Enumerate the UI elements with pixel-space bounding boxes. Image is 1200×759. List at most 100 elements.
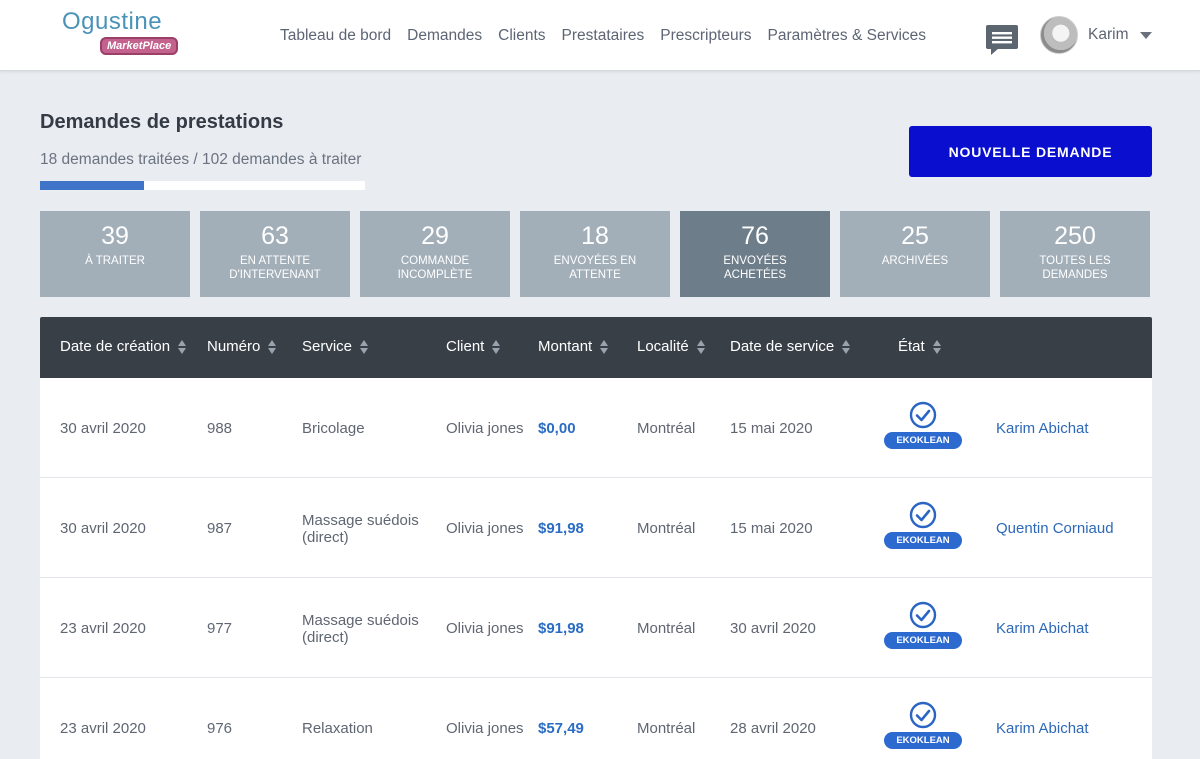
tile-en-attente-intervenant[interactable]: 63 EN ATTENTE D'INTERVENANT bbox=[200, 211, 350, 297]
nav-item-prestataires[interactable]: Prestataires bbox=[562, 27, 645, 45]
table-row[interactable]: 23 avril 2020 976 Relaxation Olivia jone… bbox=[40, 678, 1152, 759]
column-header-date-service[interactable]: Date de service bbox=[730, 338, 851, 355]
tile-archivees[interactable]: 25 ARCHIVÉES bbox=[840, 211, 990, 297]
tile-toutes-les-demandes[interactable]: 250 TOUTES LES DEMANDES bbox=[1000, 211, 1150, 297]
column-header-etat[interactable]: État bbox=[898, 338, 941, 355]
column-header-label: État bbox=[898, 338, 925, 355]
column-header-client[interactable]: Client bbox=[446, 338, 501, 355]
new-request-button[interactable]: NOUVELLE DEMANDE bbox=[909, 126, 1152, 177]
cell-localite: Montréal bbox=[637, 420, 696, 437]
user-menu[interactable]: Karim bbox=[1040, 16, 1153, 54]
avatar bbox=[1040, 16, 1078, 54]
column-header-montant[interactable]: Montant bbox=[538, 338, 609, 355]
sort-icon bbox=[360, 339, 369, 354]
cell-client: Olivia jones bbox=[446, 420, 524, 437]
tile-count: 76 bbox=[741, 222, 769, 250]
table-row[interactable]: 23 avril 2020 977 Massage suédois (direc… bbox=[40, 578, 1152, 678]
logo-wordmark: Ogustine bbox=[62, 8, 163, 35]
cell-date-service: 30 avril 2020 bbox=[730, 620, 816, 637]
column-header-label: Service bbox=[302, 338, 353, 355]
cell-date-creation: 30 avril 2020 bbox=[60, 520, 146, 537]
state-indicator: EKOKLEAN bbox=[884, 601, 962, 651]
state-badge: EKOKLEAN bbox=[884, 632, 962, 649]
top-navigation-bar: Ogustine MarketPlace Tableau de bord Dem… bbox=[0, 0, 1200, 71]
cell-date-creation: 23 avril 2020 bbox=[60, 620, 146, 637]
progress-fill bbox=[40, 181, 144, 190]
column-header-label: Localité bbox=[637, 338, 689, 355]
cell-service: Bricolage bbox=[302, 420, 365, 437]
tile-commande-incomplete[interactable]: 29 COMMANDE INCOMPLÈTE bbox=[360, 211, 510, 297]
sort-icon bbox=[600, 339, 609, 354]
sort-icon bbox=[932, 339, 941, 354]
main-nav: Tableau de bord Demandes Clients Prestat… bbox=[280, 27, 942, 45]
cell-date-creation: 30 avril 2020 bbox=[60, 420, 146, 437]
cell-localite: Montréal bbox=[637, 620, 696, 637]
tile-a-traiter[interactable]: 39 À TRAITER bbox=[40, 211, 190, 297]
cell-provider-link[interactable]: Quentin Corniaud bbox=[996, 520, 1114, 537]
sort-icon bbox=[268, 339, 277, 354]
cell-date-creation: 23 avril 2020 bbox=[60, 720, 146, 737]
column-header-numero[interactable]: Numéro bbox=[207, 338, 277, 355]
chat-button[interactable] bbox=[985, 22, 1019, 56]
state-badge: EKOKLEAN bbox=[884, 432, 962, 449]
column-header-label: Client bbox=[446, 338, 485, 355]
cell-numero: 977 bbox=[207, 620, 233, 637]
tile-count: 29 bbox=[421, 222, 449, 250]
chat-icon bbox=[986, 25, 1018, 55]
sort-icon bbox=[842, 339, 851, 354]
cell-provider-link[interactable]: Karim Abichat bbox=[996, 720, 1089, 737]
state-badge: EKOKLEAN bbox=[884, 532, 962, 549]
cell-date-service: 15 mai 2020 bbox=[730, 420, 813, 437]
nav-item-demandes[interactable]: Demandes bbox=[407, 27, 482, 45]
check-circle-icon bbox=[909, 601, 937, 629]
requests-table: Date de création Numéro Service Client M… bbox=[40, 317, 1152, 759]
tile-count: 39 bbox=[101, 222, 129, 250]
cell-numero: 987 bbox=[207, 520, 233, 537]
column-header-label: Montant bbox=[538, 338, 593, 355]
column-header-label: Numéro bbox=[207, 338, 261, 355]
user-name: Karim bbox=[1088, 26, 1129, 43]
requests-progress-text: 18 demandes traitées / 102 demandes à tr… bbox=[40, 151, 362, 168]
status-filter-tiles: 39 À TRAITER 63 EN ATTENTE D'INTERVENANT… bbox=[40, 211, 1150, 297]
tile-envoyees-en-attente[interactable]: 18 ENVOYÉES EN ATTENTE bbox=[520, 211, 670, 297]
tile-label: ENVOYÉES EN ATTENTE bbox=[553, 255, 637, 281]
tile-label: À TRAITER bbox=[85, 255, 145, 267]
cell-provider-link[interactable]: Karim Abichat bbox=[996, 620, 1089, 637]
cell-provider-link[interactable]: Karim Abichat bbox=[996, 420, 1089, 437]
tile-count: 63 bbox=[261, 222, 289, 250]
nav-item-parametres-services[interactable]: Paramètres & Services bbox=[768, 27, 927, 45]
state-indicator: EKOKLEAN bbox=[884, 501, 962, 551]
table-header: Date de création Numéro Service Client M… bbox=[40, 317, 1152, 378]
sort-icon bbox=[696, 339, 705, 354]
cell-numero: 988 bbox=[207, 420, 233, 437]
tile-envoyees-achetees[interactable]: 76 ENVOYÉES ACHETÉES bbox=[680, 211, 830, 297]
table-row[interactable]: 30 avril 2020 987 Massage suédois (direc… bbox=[40, 478, 1152, 578]
nav-item-clients[interactable]: Clients bbox=[498, 27, 545, 45]
sort-icon bbox=[178, 339, 187, 354]
column-header-service[interactable]: Service bbox=[302, 338, 369, 355]
nav-item-prescripteurs[interactable]: Prescripteurs bbox=[660, 27, 751, 45]
cell-numero: 976 bbox=[207, 720, 233, 737]
tile-label: ARCHIVÉES bbox=[881, 255, 949, 267]
cell-client: Olivia jones bbox=[446, 520, 524, 537]
cell-localite: Montréal bbox=[637, 520, 696, 537]
logo-marketplace-badge: MarketPlace bbox=[100, 37, 179, 55]
cell-localite: Montréal bbox=[637, 720, 696, 737]
column-header-date-creation[interactable]: Date de création bbox=[60, 338, 187, 355]
tile-label: EN ATTENTE D'INTERVENANT bbox=[229, 255, 321, 281]
ogustine-logo[interactable]: Ogustine MarketPlace bbox=[60, 8, 190, 60]
tile-label: ENVOYÉES ACHETÉES bbox=[723, 255, 787, 281]
cell-montant: $0,00 bbox=[538, 420, 576, 437]
cell-client: Olivia jones bbox=[446, 720, 524, 737]
check-circle-icon bbox=[909, 401, 937, 429]
tile-label: COMMANDE INCOMPLÈTE bbox=[397, 255, 473, 281]
state-badge: EKOKLEAN bbox=[884, 732, 962, 749]
table-row[interactable]: 30 avril 2020 988 Bricolage Olivia jones… bbox=[40, 378, 1152, 478]
check-circle-icon bbox=[909, 501, 937, 529]
nav-item-tableau-de-bord[interactable]: Tableau de bord bbox=[280, 27, 391, 45]
tile-count: 25 bbox=[901, 222, 929, 250]
caret-down-icon bbox=[1140, 31, 1153, 39]
column-header-localite[interactable]: Localité bbox=[637, 338, 705, 355]
tile-count: 18 bbox=[581, 222, 609, 250]
cell-montant: $91,98 bbox=[538, 620, 584, 637]
